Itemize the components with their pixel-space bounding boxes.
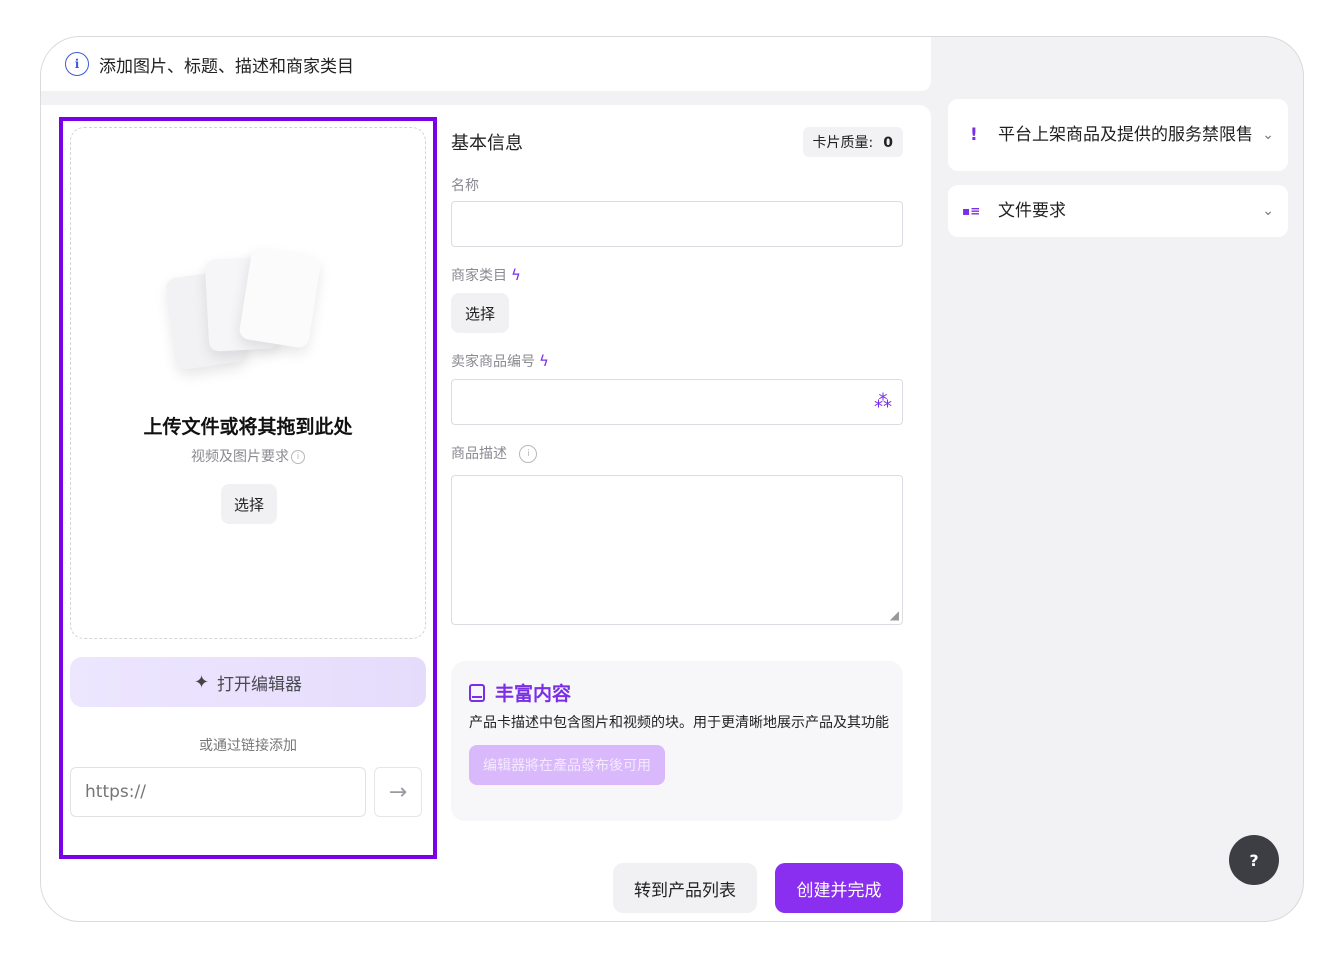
- chevron-down-icon: ⌄: [1262, 127, 1274, 143]
- rich-editor-disabled-button: 编辑器將在產品發布後可用: [469, 745, 665, 785]
- name-label: 名称: [451, 178, 479, 194]
- rich-content-card: 丰富内容 产品卡描述中包含图片和视频的块。用于更清晰地展示产品及其功能 编辑器將…: [451, 661, 903, 821]
- go-to-product-list-button[interactable]: 转到产品列表: [613, 863, 757, 913]
- help-button[interactable]: ?: [1229, 835, 1279, 885]
- info-icon[interactable]: i: [519, 445, 538, 463]
- document-list-icon: ▪≡: [962, 204, 981, 218]
- lightning-icon: ϟ: [511, 266, 521, 284]
- accordion-label: 文件要求: [998, 201, 1066, 221]
- media-requirements-label: 视频及图片要求: [191, 449, 289, 465]
- info-banner: i 添加图片、标题、描述和商家类目: [41, 37, 931, 91]
- file-requirements-accordion[interactable]: ▪≡ 文件要求 ⌄: [948, 185, 1288, 237]
- main-panel: 上传文件或将其拖到此处 视频及图片要求 i 选择 ✦ 打开编辑器 或通过链接添加 …: [41, 105, 931, 921]
- add-by-link-label: 或通过链接添加: [199, 738, 297, 754]
- sku-field[interactable]: ⁂: [451, 379, 903, 425]
- file-dropzone[interactable]: 上传文件或将其拖到此处 视频及图片要求 i 选择: [70, 127, 426, 639]
- choose-file-button[interactable]: 选择: [221, 484, 277, 524]
- chevron-down-icon: ⌄: [1262, 203, 1274, 219]
- create-and-finish-button[interactable]: 创建并完成: [775, 863, 903, 913]
- media-upload-panel: 上传文件或将其拖到此处 视频及图片要求 i 选择 ✦ 打开编辑器 或通过链接添加 …: [59, 117, 437, 859]
- sku-label: 卖家商品编号: [451, 354, 535, 370]
- category-label-row: 商家类目 ϟ: [451, 265, 521, 285]
- rich-content-icon: [469, 683, 485, 702]
- media-requirements[interactable]: 视频及图片要求 i: [71, 446, 425, 466]
- quality-label: 卡片质量:: [812, 135, 874, 151]
- description-textarea[interactable]: ◢: [451, 475, 903, 625]
- rich-content-description: 产品卡描述中包含图片和视频的块。用于更清晰地展示产品及其功能: [469, 715, 889, 731]
- card-quality-badge: 卡片质量: 0: [802, 127, 903, 157]
- arrow-right-icon[interactable]: →: [374, 767, 422, 817]
- sparkle-icon: ✦: [193, 671, 210, 693]
- url-input[interactable]: [70, 767, 366, 817]
- upload-title: 上传文件或将其拖到此处: [143, 416, 353, 438]
- rich-content-title: 丰富内容: [495, 683, 572, 705]
- info-icon[interactable]: i: [291, 450, 305, 464]
- media-cards-illustration: [164, 247, 322, 371]
- banner-title: 添加图片、标题、描述和商家类目: [99, 56, 354, 77]
- app-window: i 添加图片、标题、描述和商家类目 上传文件或将其拖到此处 视频及图片要求 i 选…: [40, 36, 1304, 922]
- resize-handle-icon[interactable]: ◢: [890, 608, 899, 622]
- quality-value: 0: [883, 135, 893, 151]
- open-editor-label: 打开编辑器: [217, 674, 303, 695]
- magic-wand-icon[interactable]: ⁂: [874, 391, 892, 412]
- sku-label-row: 卖家商品编号 ϟ: [451, 351, 549, 371]
- description-label: 商品描述: [451, 446, 507, 462]
- name-field[interactable]: [451, 201, 903, 247]
- section-title: 基本信息: [451, 133, 523, 154]
- choose-category-button[interactable]: 选择: [451, 293, 509, 333]
- exclamation-icon: !: [970, 125, 978, 145]
- info-icon: i: [65, 52, 89, 76]
- rich-content-title-row: 丰富内容: [469, 679, 885, 706]
- open-editor-button[interactable]: ✦ 打开编辑器: [70, 657, 426, 707]
- prohibited-items-accordion[interactable]: ! 平台上架商品及提供的服务禁限售 ⌄: [948, 99, 1288, 171]
- accordion-label: 平台上架商品及提供的服务禁限售: [998, 125, 1253, 145]
- category-label: 商家类目: [451, 268, 507, 284]
- lightning-icon: ϟ: [539, 352, 549, 370]
- description-label-row: 商品描述 i: [451, 443, 538, 463]
